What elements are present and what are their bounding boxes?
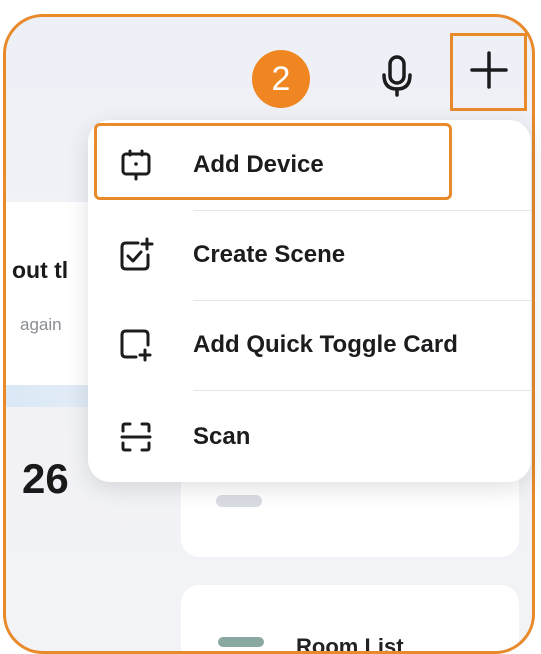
menu-item-create-scene[interactable]: Create Scene bbox=[88, 210, 531, 300]
menu-item-label: Scan bbox=[193, 423, 251, 450]
plus-icon bbox=[469, 50, 509, 95]
background-card-subtitle: again bbox=[20, 315, 62, 334]
add-device-highlight bbox=[94, 123, 452, 200]
background-number: 26 bbox=[22, 455, 69, 502]
scan-icon bbox=[118, 419, 154, 455]
add-card-icon bbox=[118, 327, 154, 363]
room-list-label: Room List bbox=[296, 634, 404, 654]
step-badge: 2 bbox=[252, 50, 310, 108]
add-button[interactable] bbox=[450, 33, 527, 111]
background-card-title: out tl bbox=[12, 257, 69, 283]
menu-item-label: Add Quick Toggle Card bbox=[193, 331, 458, 358]
menu-item-scan[interactable]: Scan bbox=[88, 392, 531, 482]
menu-divider bbox=[193, 390, 531, 391]
microphone-icon[interactable] bbox=[373, 55, 423, 97]
menu-item-add-quick-toggle-card[interactable]: Add Quick Toggle Card bbox=[88, 300, 531, 390]
room-list-icon bbox=[218, 637, 264, 647]
menu-item-label: Create Scene bbox=[193, 241, 346, 268]
faint-icon bbox=[216, 495, 262, 507]
create-scene-icon bbox=[118, 237, 154, 273]
